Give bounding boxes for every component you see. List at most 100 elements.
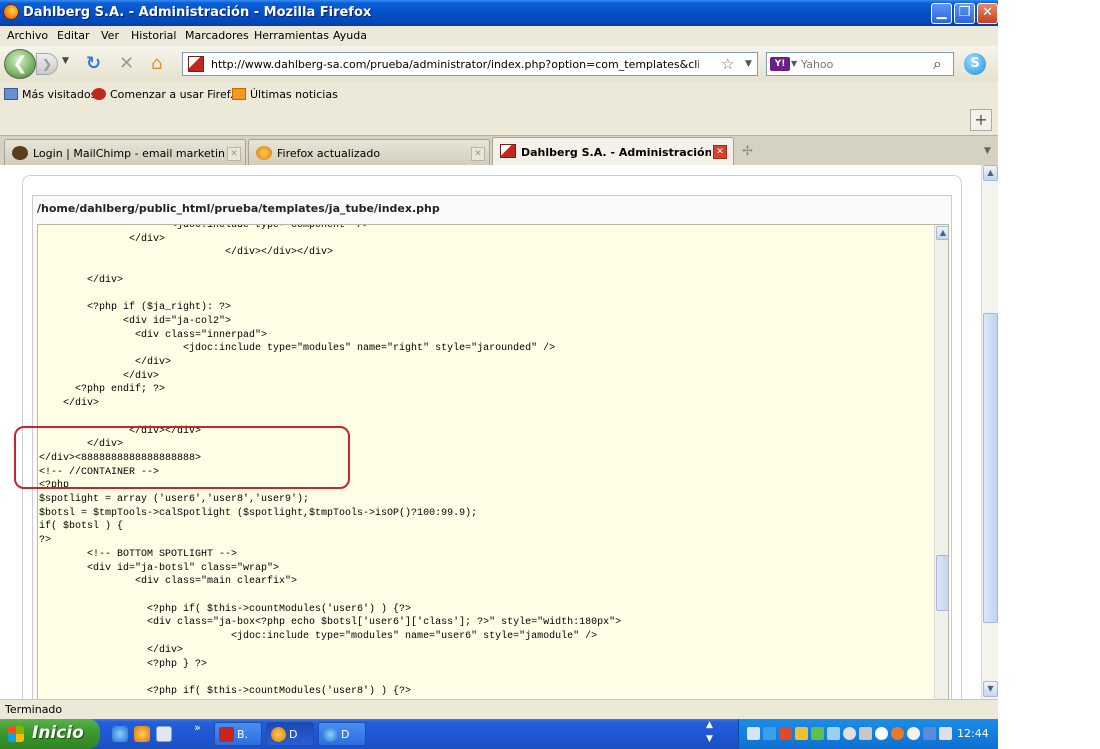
desktop-quicklaunch-icon[interactable] (156, 726, 172, 742)
code-scrollbar[interactable]: ▲ ▼ (934, 225, 948, 699)
status-bar: Terminado (0, 699, 998, 719)
close-button[interactable]: ✕ (977, 3, 998, 24)
tray-icon[interactable] (811, 727, 824, 740)
bookmark-label: Comenzar a usar Firef... (110, 88, 241, 101)
taskbar-scroll-down-icon[interactable]: ▼ (706, 734, 713, 744)
taskbar-button-firefox[interactable]: D (266, 722, 314, 746)
firefox-task-icon (271, 727, 286, 742)
skype-icon[interactable]: S (964, 53, 986, 75)
tray-clock[interactable]: 12:44 (957, 727, 989, 740)
firefox-quicklaunch-icon[interactable] (134, 726, 150, 742)
search-magnifier-icon[interactable]: ⌕ (933, 54, 942, 74)
menu-historial[interactable]: Historial (131, 29, 176, 42)
tab-label: Login | MailChimp - email marketing mad.… (33, 147, 225, 160)
tray-icon[interactable] (859, 727, 872, 740)
taskbar-scroll-up-icon[interactable]: ▲ (706, 720, 713, 730)
search-bar[interactable]: Y! ▼ ⌕ (766, 52, 954, 76)
bookmark-star-icon[interactable]: ☆ (721, 55, 734, 73)
network-tray-icon[interactable] (923, 727, 936, 740)
yahoo-engine-icon[interactable]: Y! (770, 57, 790, 71)
tab-close-icon[interactable]: ✕ (713, 145, 727, 159)
rss-feed-icon (232, 88, 246, 100)
maximize-button[interactable]: ❐ (954, 3, 975, 24)
windows-taskbar: Inicio » B. D D ▲ ▼ 12:44 (0, 719, 998, 749)
code-scroll-up-icon[interactable]: ▲ (936, 226, 948, 240)
file-path: /home/dahlberg/public_html/prueba/templa… (37, 202, 440, 215)
code-scroll-thumb[interactable] (936, 555, 948, 611)
bookmark-latest-news[interactable]: Últimas noticias (232, 88, 338, 101)
tray-icon[interactable] (747, 727, 760, 740)
home-icon[interactable]: ⌂ (151, 54, 162, 74)
back-button[interactable]: ❮ (4, 49, 36, 79)
url-dropdown-icon[interactable]: ▼ (745, 59, 752, 69)
mailchimp-icon (12, 146, 28, 160)
tray-icon[interactable] (891, 727, 904, 740)
tab-mailchimp[interactable]: Login | MailChimp - email marketing mad.… (4, 139, 246, 165)
taskbar-button-label: D (289, 728, 298, 741)
menu-herramientas[interactable]: Herramientas (254, 29, 329, 42)
tray-icon[interactable] (795, 727, 808, 740)
bookmark-getting-started[interactable]: Comenzar a usar Firef... (92, 88, 240, 101)
tab-label: Dahlberg S.A. - Administración (521, 146, 711, 159)
volume-tray-icon[interactable] (939, 727, 952, 740)
ie-quicklaunch-icon[interactable] (112, 726, 128, 742)
page-scroll-thumb[interactable] (983, 313, 998, 623)
windows-flag-icon (8, 726, 24, 742)
minimize-button[interactable]: ▁ (931, 3, 952, 24)
taskbar-button-pdf[interactable]: B. (214, 722, 262, 746)
tray-icon[interactable] (763, 727, 776, 740)
ie-task-icon (323, 727, 338, 742)
bookmark-label: Últimas noticias (250, 88, 338, 101)
page-scroll-up-icon[interactable]: ▲ (983, 165, 998, 181)
page-viewport: /home/dahlberg/public_html/prueba/templa… (0, 165, 981, 699)
reload-icon[interactable]: ↻ (86, 54, 101, 74)
bookmarks-toolbar: Más visitados Comenzar a usar Firef... Ú… (0, 82, 998, 106)
url-bar[interactable]: http://www.dahlberg-sa.com/prueba/admini… (182, 52, 758, 76)
new-tab-icon[interactable]: ✢ (742, 144, 753, 159)
firefox-tab-icon (256, 146, 272, 160)
menu-editar[interactable]: Editar (57, 29, 90, 42)
page-scroll-down-icon[interactable]: ▼ (983, 681, 998, 697)
site-favicon-icon (188, 56, 204, 72)
page-scrollbar[interactable]: ▲ ▼ (981, 165, 998, 699)
engine-dropdown-icon[interactable]: ▼ (791, 59, 797, 68)
red-annotation-box (14, 426, 350, 489)
url-text[interactable]: http://www.dahlberg-sa.com/prueba/admini… (211, 58, 699, 71)
add-toolbar-item-button[interactable]: + (970, 109, 992, 131)
tray-icon[interactable] (779, 727, 792, 740)
stop-icon[interactable]: ✕ (119, 54, 134, 74)
tab-bar: Login | MailChimp - email marketing mad.… (0, 135, 998, 166)
tab-dahlberg-admin[interactable]: Dahlberg S.A. - Administración ✕ (492, 137, 734, 166)
taskbar-button-ie[interactable]: D (318, 722, 366, 746)
window-title: Dahlberg S.A. - Administración - Mozilla… (23, 5, 372, 20)
menu-archivo[interactable]: Archivo (7, 29, 48, 42)
toolbar-strip: + (0, 106, 998, 135)
firefox-icon[interactable] (3, 4, 19, 20)
bookmark-label: Más visitados (22, 88, 97, 101)
search-input[interactable] (801, 56, 929, 72)
most-visited-icon (4, 88, 18, 100)
status-text: Terminado (5, 703, 63, 716)
menu-ver[interactable]: Ver (101, 29, 119, 42)
start-label: Inicio (32, 723, 84, 743)
firefox-start-icon (92, 88, 106, 100)
tray-icon[interactable] (875, 727, 888, 740)
pdf-icon (219, 727, 234, 742)
menu-ayuda[interactable]: Ayuda (333, 29, 367, 42)
tab-list-dropdown-icon[interactable]: ▼ (984, 146, 991, 156)
dahlberg-favicon-icon (500, 144, 516, 158)
quicklaunch-more-icon[interactable]: » (194, 721, 201, 734)
tray-icon[interactable] (843, 727, 856, 740)
menu-bar: Archivo Editar Ver Historial Marcadores … (0, 26, 998, 46)
history-dropdown-icon[interactable]: ▼ (62, 56, 69, 66)
start-button[interactable]: Inicio (0, 719, 100, 749)
tab-firefox-updated[interactable]: Firefox actualizado ✕ (248, 139, 490, 165)
tray-icon[interactable] (827, 727, 840, 740)
tray-icon[interactable] (907, 727, 920, 740)
system-tray: 12:44 (738, 719, 998, 749)
bookmark-most-visited[interactable]: Más visitados (4, 88, 96, 101)
forward-button[interactable]: ❯ (36, 53, 58, 75)
menu-marcadores[interactable]: Marcadores (185, 29, 249, 42)
tab-close-icon[interactable]: ✕ (227, 147, 241, 161)
tab-close-icon[interactable]: ✕ (471, 147, 485, 161)
